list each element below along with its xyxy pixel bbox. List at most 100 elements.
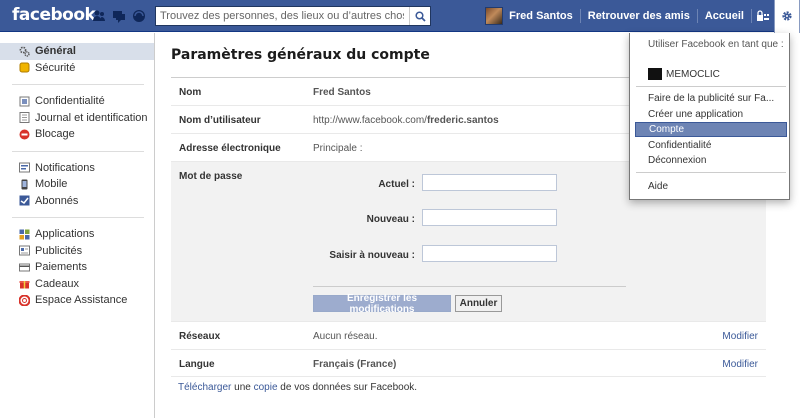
menu-divider [636, 86, 786, 87]
sidebar-item-label: Blocage [35, 128, 75, 141]
search-input[interactable] [156, 7, 408, 25]
gear-icon [782, 11, 792, 21]
facebook-logo[interactable]: facebook [12, 5, 96, 25]
sidebar-item-label: Confidentialité [35, 95, 105, 108]
download-text-suffix: de vos données sur Facebook. [277, 382, 418, 393]
setting-label: Réseaux [179, 331, 221, 342]
page-title: Paramètres généraux du compte [171, 47, 430, 63]
sidebar-item-apps[interactable]: Applications [0, 226, 154, 243]
help-icon [19, 294, 30, 306]
setting-label: Nom d’utilisateur [179, 115, 261, 126]
top-bar: facebook Fred Santos Retrouver des amis … [0, 0, 800, 33]
privacy-shortcuts-icon [757, 10, 769, 21]
find-friends-link[interactable]: Retrouver des amis [581, 10, 697, 22]
current-password-label: Actuel : [378, 179, 415, 190]
friend-requests-icon[interactable] [92, 9, 106, 23]
top-nav: Fred Santos Retrouver des amis Accueil [485, 0, 800, 33]
sidebar-item-privacy[interactable]: Confidentialité [0, 93, 154, 110]
new-password-input[interactable] [422, 209, 557, 226]
setting-label: Nom [179, 87, 202, 98]
sidebar-item-blocking[interactable]: Blocage [0, 126, 154, 143]
cancel-button[interactable]: Annuler [455, 295, 502, 312]
new-password-label: Nouveau : [366, 214, 415, 225]
sidebar-item-help[interactable]: Espace Assistance [0, 292, 154, 309]
sidebar-item-label: Notifications [35, 161, 95, 174]
setting-row-networks[interactable]: Réseaux Aucun réseau. Modifier [171, 321, 766, 349]
edit-language-link[interactable]: Modifier [722, 359, 758, 370]
notifications-icon[interactable] [132, 9, 146, 23]
subscribers-icon [19, 195, 30, 206]
gift-icon [19, 281, 30, 289]
setting-value: Principale : [313, 143, 363, 154]
shield-icon [19, 62, 30, 73]
sidebar-item-label: Journal et identification [35, 111, 148, 124]
apps-icon [19, 229, 30, 240]
page-switch-memoclic[interactable]: MEMOCLIC [648, 68, 720, 80]
menu-item-privacy[interactable]: Confidentialité [635, 138, 787, 153]
menu-item-account[interactable]: Compte [635, 122, 787, 137]
sidebar-item-label: Sécurité [35, 61, 76, 74]
download-copy-link[interactable]: copie [254, 382, 278, 393]
username-handle: frederic.santos [426, 115, 499, 126]
privacy-shortcuts-button[interactable] [752, 0, 774, 32]
save-changes-button[interactable]: Enregistrer les modifications [313, 293, 451, 315]
setting-value: http://www.facebook.com/frederic.santos [313, 115, 499, 126]
confirm-password-label: Saisir à nouveau : [329, 250, 415, 261]
sidebar-item-label: Applications [35, 228, 95, 241]
sidebar-item-label: Cadeaux [35, 277, 80, 290]
confirm-password-input[interactable] [422, 245, 557, 262]
ads-icon [19, 245, 30, 256]
current-password-input[interactable] [422, 174, 557, 191]
sidebar-item-timeline[interactable]: Journal et identification [0, 110, 154, 127]
search-button[interactable] [409, 7, 430, 25]
sidebar-item-security[interactable]: Sécurité [0, 60, 154, 77]
download-data-text: Télécharger une copie de vos données sur… [178, 382, 417, 393]
search-box [155, 6, 431, 26]
setting-value: Fred Santos [313, 87, 371, 98]
payments-icon [19, 263, 30, 272]
mobile-icon [21, 179, 28, 190]
username-url-prefix: http://www.facebook.com/ [313, 115, 427, 126]
setting-label: Langue [179, 359, 215, 370]
setting-row-language[interactable]: Langue Français (France) Modifier [171, 349, 766, 377]
sidebar-item-mobile[interactable]: Mobile [0, 176, 154, 193]
sidebar-item-label: Espace Assistance [35, 294, 128, 307]
lock-icon [19, 96, 30, 107]
setting-label: Adresse électronique [179, 143, 281, 154]
notifications-icon [19, 162, 30, 173]
sidebar-item-label: Abonnés [35, 194, 79, 207]
sidebar-item-general[interactable]: Général [0, 43, 154, 60]
profile-link[interactable]: Fred Santos [509, 10, 580, 22]
download-text-mid: une [231, 382, 254, 393]
sidebar-item-label: Publicités [35, 244, 83, 257]
download-link[interactable]: Télécharger [178, 382, 231, 393]
menu-item-help[interactable]: Aide [635, 179, 787, 194]
avatar[interactable] [485, 7, 504, 25]
sidebar-divider [12, 84, 144, 85]
sidebar-divider [12, 217, 144, 218]
menu-divider [636, 172, 786, 173]
sidebar-item-payments[interactable]: Paiements [0, 259, 154, 276]
messages-icon[interactable] [112, 9, 126, 23]
page-avatar [648, 68, 662, 80]
jewels [92, 9, 146, 23]
sidebar-item-gifts[interactable]: Cadeaux [0, 276, 154, 293]
sidebar-item-notifications[interactable]: Notifications [0, 160, 154, 177]
sidebar-item-label: Mobile [35, 178, 68, 191]
setting-value: Français (France) [313, 359, 397, 370]
page-name: MEMOCLIC [666, 68, 720, 80]
menu-item-create-app[interactable]: Créer une application [635, 107, 787, 122]
search-icon [414, 10, 426, 22]
sidebar-divider [12, 150, 144, 152]
menu-item-advertise[interactable]: Faire de la publicité sur Fa... [635, 91, 787, 106]
home-link[interactable]: Accueil [698, 10, 751, 22]
block-icon [19, 129, 30, 140]
edit-networks-link[interactable]: Modifier [722, 331, 758, 342]
settings-sidebar: Général Sécurité Confidentialité Journal… [0, 33, 155, 418]
sidebar-item-subscribers[interactable]: Abonnés [0, 193, 154, 210]
setting-value: Aucun réseau. [313, 331, 378, 342]
menu-item-logout[interactable]: Déconnexion [635, 153, 787, 168]
sidebar-item-ads[interactable]: Publicités [0, 243, 154, 260]
sidebar-item-label: Général [35, 45, 76, 58]
account-settings-button[interactable] [774, 0, 800, 33]
